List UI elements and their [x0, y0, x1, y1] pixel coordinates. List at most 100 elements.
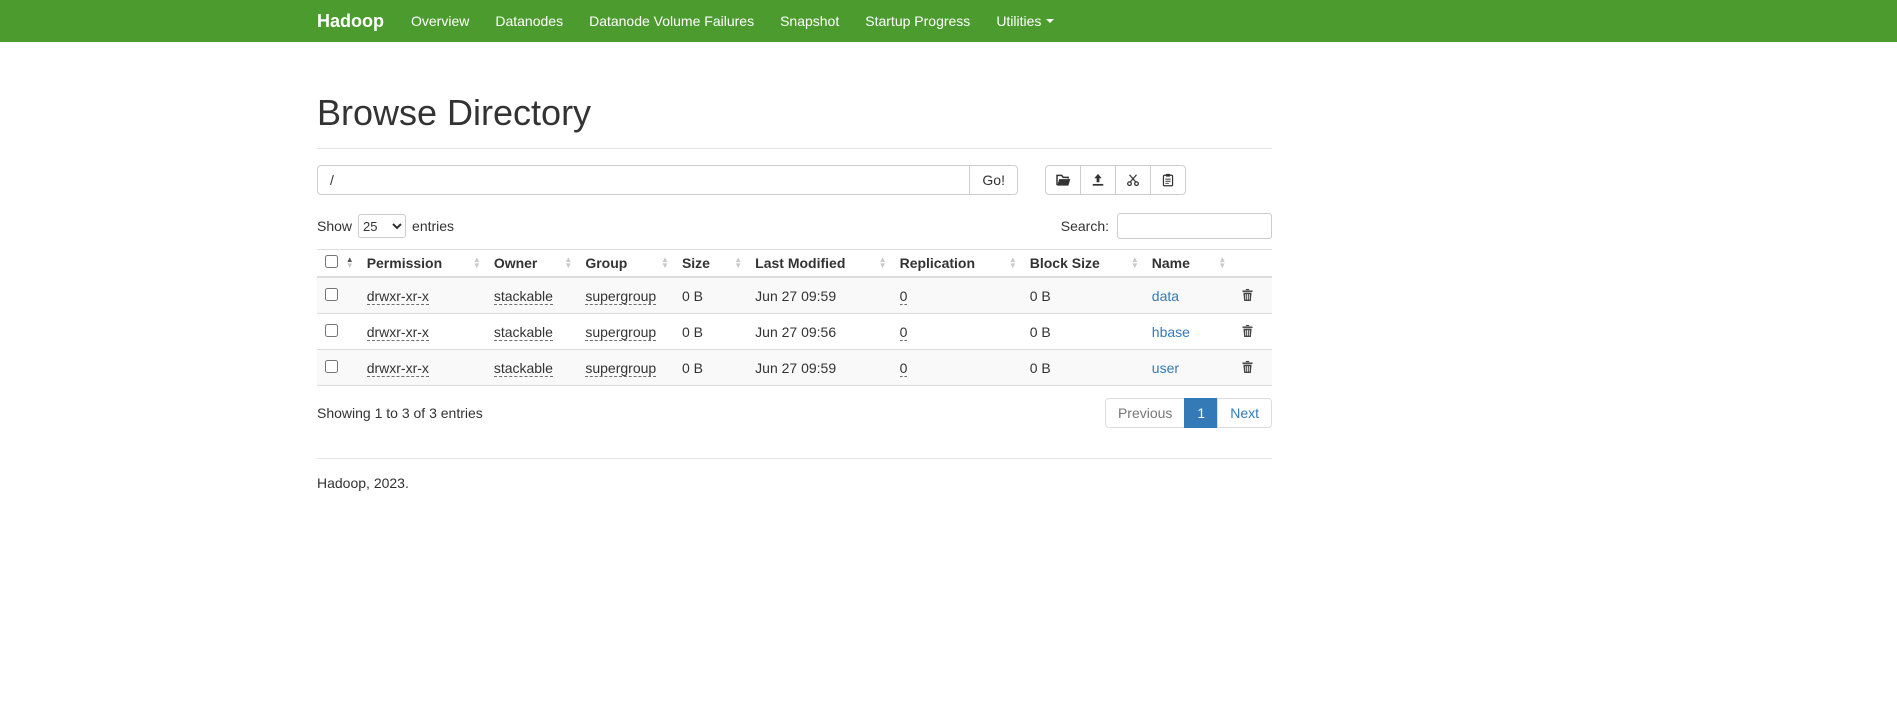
- sort-icon: [1218, 257, 1226, 269]
- sort-icon: [1131, 257, 1139, 269]
- pagination-previous[interactable]: Previous: [1105, 398, 1185, 428]
- last-modified-value: Jun 27 09:59: [755, 288, 836, 304]
- trash-icon: [1241, 324, 1254, 338]
- block-size-value: 0 B: [1030, 288, 1051, 304]
- entries-summary: Showing 1 to 3 of 3 entries: [317, 405, 483, 421]
- replication-value[interactable]: 0: [900, 324, 908, 341]
- table-row: drwxr-xr-x stackable supergroup 0 B Jun …: [317, 314, 1272, 350]
- entries-label: entries: [412, 218, 454, 234]
- trash-icon: [1241, 360, 1254, 374]
- delete-button[interactable]: [1239, 322, 1256, 340]
- sort-icon: [346, 257, 354, 269]
- table-controls: Show 25 entries Search:: [317, 213, 1272, 239]
- permission-value[interactable]: drwxr-xr-x: [367, 360, 429, 377]
- folder-open-icon: [1056, 174, 1071, 187]
- header-permission[interactable]: Permission: [359, 250, 486, 278]
- nav-item-snapshot[interactable]: Snapshot: [767, 0, 852, 42]
- upload-file-button[interactable]: [1080, 165, 1116, 195]
- header-owner[interactable]: Owner: [486, 250, 578, 278]
- last-modified-value: Jun 27 09:56: [755, 324, 836, 340]
- group-value[interactable]: supergroup: [585, 324, 656, 341]
- directory-link[interactable]: hbase: [1152, 324, 1190, 340]
- replication-value[interactable]: 0: [900, 288, 908, 305]
- go-button[interactable]: Go!: [969, 165, 1018, 195]
- owner-value[interactable]: stackable: [494, 288, 553, 305]
- upload-icon: [1091, 173, 1105, 187]
- show-entries-control: Show 25 entries: [317, 214, 454, 238]
- header-size[interactable]: Size: [674, 250, 747, 278]
- nav-item-overview[interactable]: Overview: [398, 0, 482, 42]
- replication-value[interactable]: 0: [900, 360, 908, 377]
- header-block-size[interactable]: Block Size: [1022, 250, 1144, 278]
- block-size-value: 0 B: [1030, 360, 1051, 376]
- directory-link[interactable]: user: [1152, 360, 1179, 376]
- table-row: drwxr-xr-x stackable supergroup 0 B Jun …: [317, 277, 1272, 314]
- header-name[interactable]: Name: [1144, 250, 1231, 278]
- divider: [317, 148, 1272, 149]
- pagination-page-1[interactable]: 1: [1184, 398, 1218, 428]
- group-value[interactable]: supergroup: [585, 288, 656, 305]
- group-value[interactable]: supergroup: [585, 360, 656, 377]
- sort-icon: [1009, 257, 1017, 269]
- header-last-modified[interactable]: Last Modified: [747, 250, 891, 278]
- directory-action-buttons: [1045, 165, 1186, 195]
- sort-icon: [473, 257, 481, 269]
- pagination: Previous 1 Next: [1105, 398, 1272, 428]
- trash-icon: [1241, 288, 1254, 302]
- row-checkbox[interactable]: [325, 324, 338, 337]
- pagination-next[interactable]: Next: [1217, 398, 1272, 428]
- page-size-select[interactable]: 25: [358, 214, 406, 238]
- caret-down-icon: [1046, 19, 1054, 23]
- directory-table: Permission Owner Group Size Last Modifie…: [317, 249, 1272, 386]
- owner-value[interactable]: stackable: [494, 360, 553, 377]
- navbar-menu: Overview Datanodes Datanode Volume Failu…: [398, 0, 1067, 42]
- select-all-checkbox[interactable]: [325, 255, 338, 268]
- search-input[interactable]: [1117, 213, 1272, 239]
- block-size-value: 0 B: [1030, 324, 1051, 340]
- size-value: 0 B: [682, 360, 703, 376]
- nav-item-startup-progress[interactable]: Startup Progress: [852, 0, 983, 42]
- navbar: Hadoop Overview Datanodes Datanode Volum…: [0, 0, 1897, 42]
- permission-value[interactable]: drwxr-xr-x: [367, 288, 429, 305]
- table-row: drwxr-xr-x stackable supergroup 0 B Jun …: [317, 350, 1272, 386]
- size-value: 0 B: [682, 324, 703, 340]
- navbar-brand[interactable]: Hadoop: [317, 11, 384, 32]
- cut-button[interactable]: [1115, 165, 1151, 195]
- create-directory-button[interactable]: [1045, 165, 1081, 195]
- sort-icon: [734, 257, 742, 269]
- size-value: 0 B: [682, 288, 703, 304]
- nav-item-utilities[interactable]: Utilities: [983, 0, 1067, 42]
- footer-divider: [317, 458, 1272, 459]
- path-input-group: Go!: [317, 165, 1018, 195]
- owner-value[interactable]: stackable: [494, 324, 553, 341]
- paste-icon: [1161, 173, 1175, 187]
- show-label: Show: [317, 218, 352, 234]
- delete-button[interactable]: [1239, 358, 1256, 376]
- header-actions: [1231, 250, 1272, 278]
- footer-text: Hadoop, 2023.: [317, 475, 1272, 491]
- header-replication[interactable]: Replication: [892, 250, 1022, 278]
- table-footer: Showing 1 to 3 of 3 entries Previous 1 N…: [317, 398, 1272, 428]
- main-content: Browse Directory Go!: [317, 92, 1272, 491]
- header-select-all[interactable]: [317, 250, 359, 278]
- nav-item-utilities-label: Utilities: [996, 13, 1041, 29]
- page-title: Browse Directory: [317, 92, 1272, 134]
- delete-button[interactable]: [1239, 286, 1256, 304]
- last-modified-value: Jun 27 09:59: [755, 360, 836, 376]
- path-input[interactable]: [317, 165, 970, 195]
- table-header-row: Permission Owner Group Size Last Modifie…: [317, 250, 1272, 278]
- row-checkbox[interactable]: [325, 288, 338, 301]
- search-control: Search:: [1061, 213, 1272, 239]
- directory-link[interactable]: data: [1152, 288, 1179, 304]
- header-group[interactable]: Group: [577, 250, 674, 278]
- cut-icon: [1126, 173, 1140, 187]
- path-bar: Go!: [317, 165, 1272, 195]
- nav-item-datanodes[interactable]: Datanodes: [482, 0, 576, 42]
- search-label: Search:: [1061, 218, 1109, 234]
- permission-value[interactable]: drwxr-xr-x: [367, 324, 429, 341]
- sort-icon: [661, 257, 669, 269]
- nav-item-datanode-volume-failures[interactable]: Datanode Volume Failures: [576, 0, 767, 42]
- paste-button[interactable]: [1150, 165, 1186, 195]
- sort-icon: [879, 257, 887, 269]
- row-checkbox[interactable]: [325, 360, 338, 373]
